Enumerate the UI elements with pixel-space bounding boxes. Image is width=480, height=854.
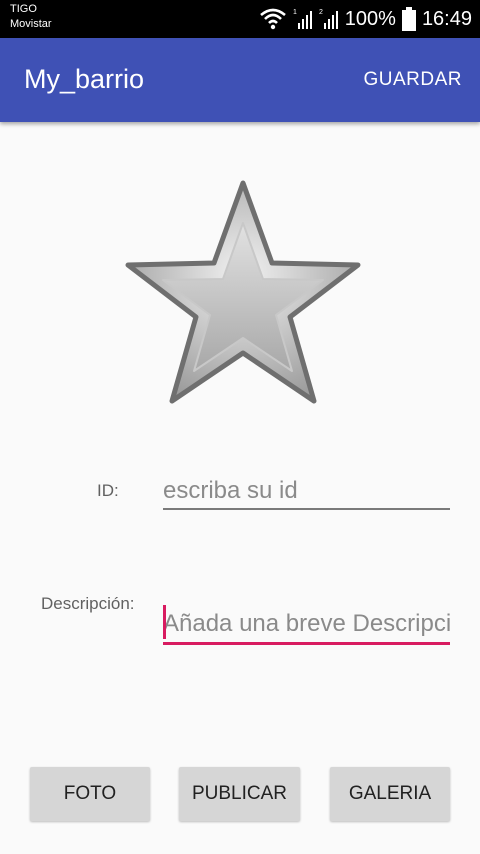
status-bar: TIGO Movistar 1 2 100% 16:49 xyxy=(0,0,480,38)
battery-icon xyxy=(401,7,416,31)
svg-text:2: 2 xyxy=(319,9,323,16)
app-bar: My_barrio GUARDAR xyxy=(0,38,480,122)
star-icon[interactable] xyxy=(118,175,368,420)
signal-sim1-icon: 1 xyxy=(293,9,312,29)
signal-sim2-icon: 2 xyxy=(319,9,338,29)
battery-level: 100% xyxy=(344,7,396,30)
id-input[interactable] xyxy=(163,474,450,510)
save-button[interactable]: GUARDAR xyxy=(363,69,462,91)
svg-text:1: 1 xyxy=(293,9,297,16)
foto-button[interactable]: FOTO xyxy=(30,767,150,821)
id-label: ID: xyxy=(97,481,119,500)
publicar-button[interactable]: PUBLICAR xyxy=(179,767,300,821)
carrier-1: TIGO xyxy=(10,3,37,15)
carrier-info: TIGO Movistar xyxy=(10,2,52,32)
carrier-2: Movistar xyxy=(10,18,52,30)
text-cursor xyxy=(163,605,166,639)
wifi-icon xyxy=(259,8,286,30)
galeria-button[interactable]: GALERIA xyxy=(330,767,450,821)
description-label: Descripción: xyxy=(41,594,135,613)
app-title: My_barrio xyxy=(24,64,145,94)
description-input[interactable] xyxy=(163,606,450,645)
clock: 16:49 xyxy=(421,7,472,30)
status-icons: 1 2 100% 16:49 xyxy=(259,4,472,34)
